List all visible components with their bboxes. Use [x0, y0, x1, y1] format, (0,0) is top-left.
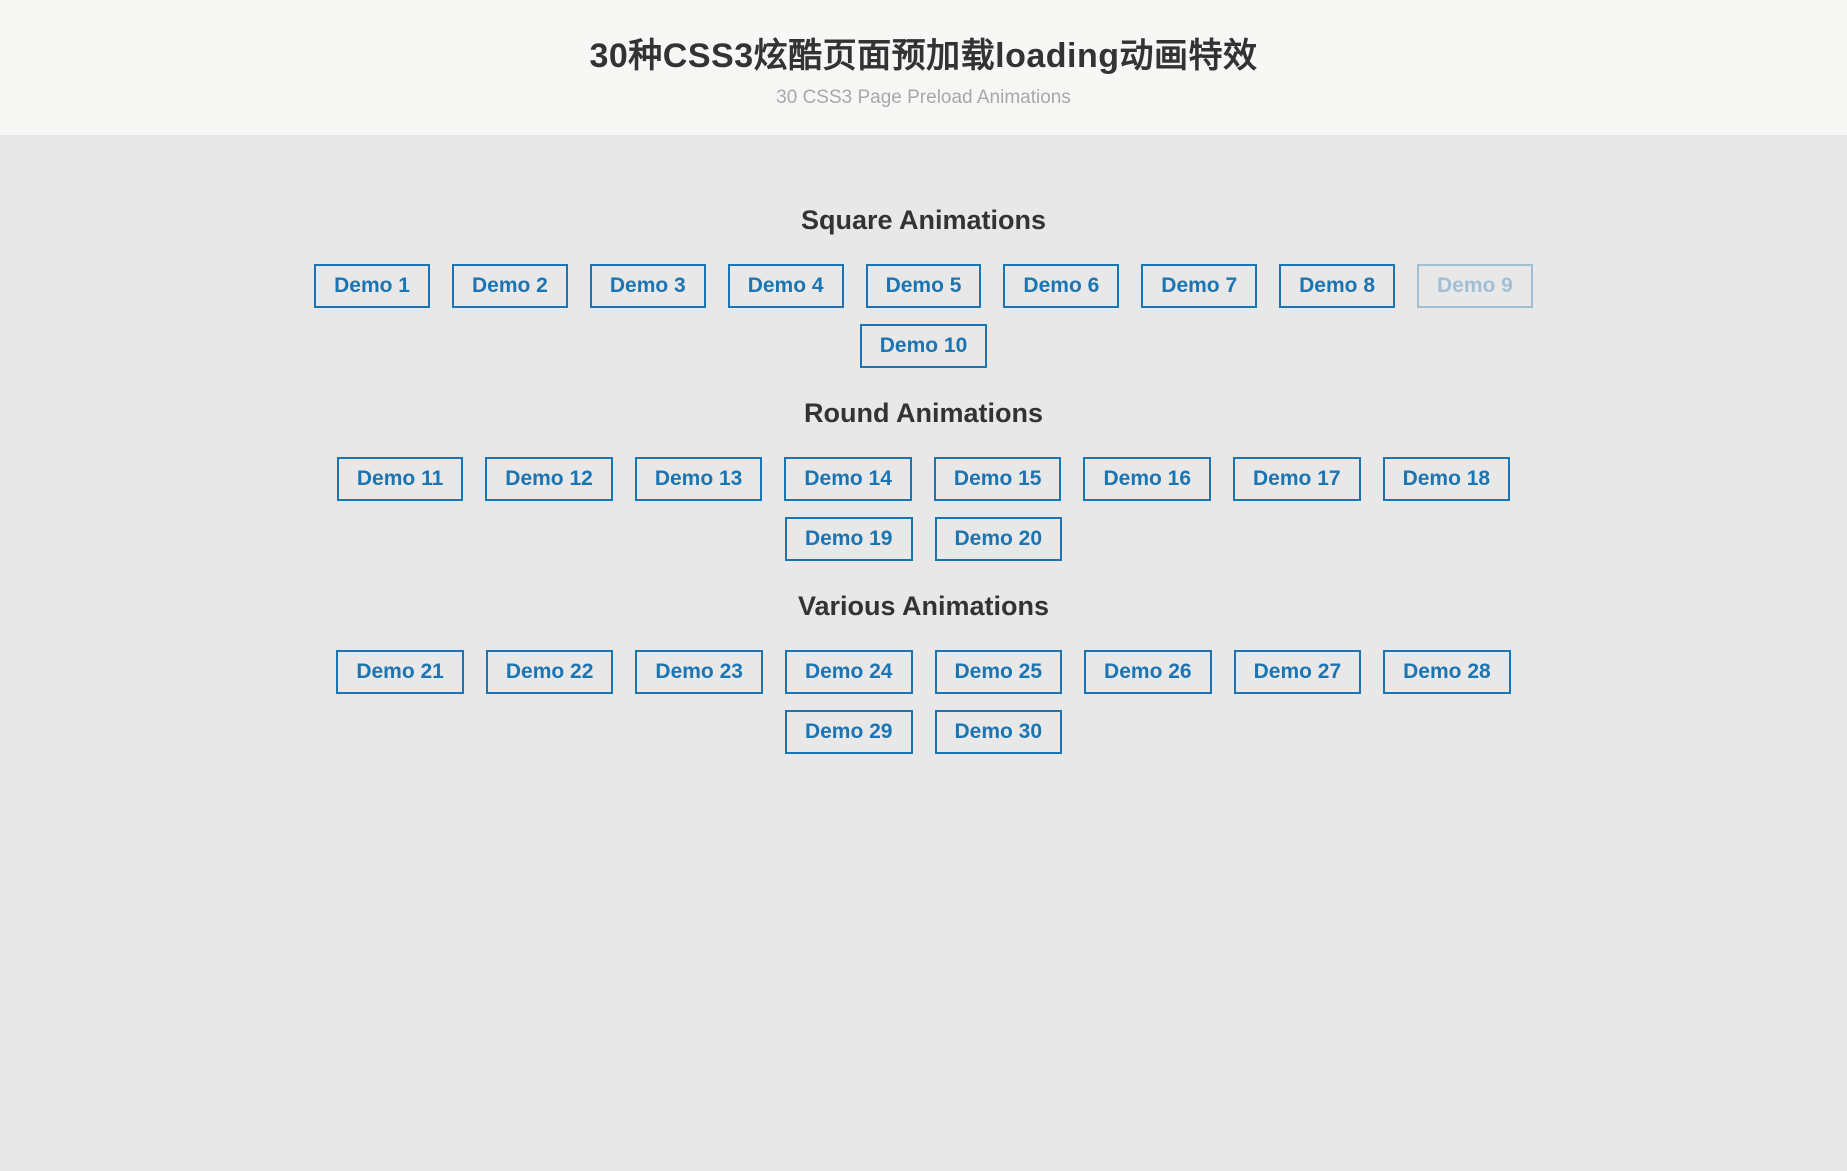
- demo-button[interactable]: Demo 14: [784, 457, 912, 501]
- demo-button[interactable]: Demo 13: [635, 457, 763, 501]
- page-subtitle: 30 CSS3 Page Preload Animations: [20, 87, 1827, 109]
- demo-button[interactable]: Demo 17: [1233, 457, 1361, 501]
- demo-button[interactable]: Demo 7: [1141, 264, 1257, 308]
- demo-button[interactable]: Demo 19: [785, 517, 913, 561]
- demo-button[interactable]: Demo 28: [1383, 650, 1511, 694]
- demo-button[interactable]: Demo 8: [1279, 264, 1395, 308]
- demo-list-round: Demo 11 Demo 12 Demo 13 Demo 14 Demo 15 …: [294, 457, 1554, 561]
- demo-button[interactable]: Demo 4: [728, 264, 844, 308]
- demo-button[interactable]: Demo 29: [785, 710, 913, 754]
- demo-button[interactable]: Demo 9: [1417, 264, 1533, 308]
- demo-button[interactable]: Demo 21: [336, 650, 464, 694]
- section-square-animations: Square Animations Demo 1 Demo 2 Demo 3 D…: [40, 205, 1807, 368]
- demo-button[interactable]: Demo 5: [866, 264, 982, 308]
- demo-list-square: Demo 1 Demo 2 Demo 3 Demo 4 Demo 5 Demo …: [294, 264, 1554, 368]
- demo-button[interactable]: Demo 26: [1084, 650, 1212, 694]
- demo-button[interactable]: Demo 3: [590, 264, 706, 308]
- demo-button[interactable]: Demo 12: [485, 457, 613, 501]
- section-heading: Square Animations: [40, 205, 1807, 236]
- demo-button[interactable]: Demo 27: [1234, 650, 1362, 694]
- demo-button[interactable]: Demo 23: [635, 650, 763, 694]
- page-header: 30种CSS3炫酷页面预加载loading动画特效 30 CSS3 Page P…: [0, 0, 1847, 135]
- section-heading: Round Animations: [40, 398, 1807, 429]
- demo-button[interactable]: Demo 10: [860, 324, 988, 368]
- section-various-animations: Various Animations Demo 21 Demo 22 Demo …: [40, 591, 1807, 754]
- demo-button[interactable]: Demo 16: [1083, 457, 1211, 501]
- demo-button[interactable]: Demo 24: [785, 650, 913, 694]
- demo-button[interactable]: Demo 18: [1383, 457, 1511, 501]
- demo-button[interactable]: Demo 15: [934, 457, 1062, 501]
- section-round-animations: Round Animations Demo 11 Demo 12 Demo 13…: [40, 398, 1807, 561]
- demo-button[interactable]: Demo 22: [486, 650, 614, 694]
- demo-button[interactable]: Demo 20: [935, 517, 1063, 561]
- demo-button[interactable]: Demo 2: [452, 264, 568, 308]
- page-content: Square Animations Demo 1 Demo 2 Demo 3 D…: [0, 135, 1847, 864]
- demo-button[interactable]: Demo 1: [314, 264, 430, 308]
- page-title: 30种CSS3炫酷页面预加载loading动画特效: [20, 28, 1827, 77]
- demo-button[interactable]: Demo 6: [1003, 264, 1119, 308]
- demo-button[interactable]: Demo 30: [935, 710, 1063, 754]
- demo-button[interactable]: Demo 25: [935, 650, 1063, 694]
- demo-list-various: Demo 21 Demo 22 Demo 23 Demo 24 Demo 25 …: [294, 650, 1554, 754]
- demo-button[interactable]: Demo 11: [337, 457, 463, 501]
- section-heading: Various Animations: [40, 591, 1807, 622]
